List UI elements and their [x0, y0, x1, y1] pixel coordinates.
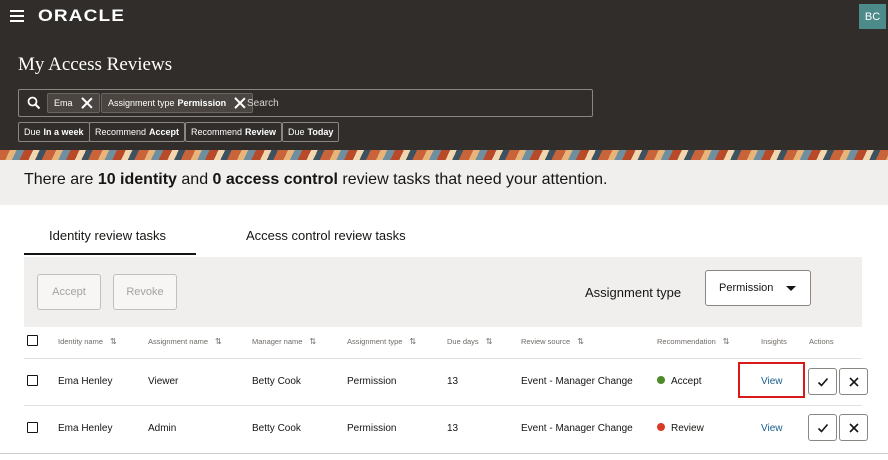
- accept-button[interactable]: Accept: [37, 274, 101, 310]
- status-dot-icon: [657, 376, 665, 385]
- row-divider: [24, 405, 862, 406]
- filter-value: In a week: [43, 127, 84, 137]
- sort-icon[interactable]: ⇅: [409, 337, 416, 346]
- chip-label: Assignment type: [108, 98, 175, 108]
- status-dot-icon: [657, 423, 665, 432]
- column-header-manager-name[interactable]: Manager name ⇅: [252, 337, 316, 346]
- assignment-type-select[interactable]: Permission: [705, 270, 811, 306]
- assignment-type-cell: Permission: [347, 423, 397, 434]
- decorative-banner: [0, 150, 888, 160]
- checkmark-icon: [817, 377, 828, 387]
- filter-value: Today: [307, 127, 334, 137]
- column-header-insights: Insights: [761, 337, 787, 346]
- column-header-recommendation[interactable]: Recommendation ⇅: [657, 337, 729, 346]
- page-title: My Access Reviews: [18, 54, 173, 75]
- chip-value: Permission: [177, 98, 227, 108]
- select-value: Permission: [719, 282, 774, 294]
- recommendation-cell: Accept: [657, 376, 702, 387]
- search-input[interactable]: [247, 94, 577, 112]
- filter-recommend-review[interactable]: Recommend Review: [185, 122, 283, 142]
- bottom-divider: [0, 453, 888, 454]
- identity-name-cell: Ema Henley: [58, 376, 113, 387]
- insights-view-link[interactable]: View: [761, 423, 783, 434]
- column-header-actions: Actions: [809, 337, 834, 346]
- user-avatar[interactable]: BC: [859, 4, 886, 29]
- revoke-row-button[interactable]: [839, 368, 868, 395]
- row-checkbox[interactable]: [27, 422, 38, 433]
- search-chip-name[interactable]: Ema: [47, 93, 100, 113]
- column-header-due-days[interactable]: Due days ⇅: [447, 337, 492, 346]
- oracle-logo: ORACLE: [38, 6, 126, 25]
- remove-chip-icon[interactable]: [234, 97, 246, 109]
- approve-button[interactable]: [808, 368, 837, 395]
- close-icon: [848, 422, 859, 433]
- search-chip-assignment-type[interactable]: Assignment type Permission: [101, 93, 254, 113]
- column-header-assignment-type[interactable]: Assignment type ⇅: [347, 337, 416, 346]
- tab-access-control-review-tasks[interactable]: Access control review tasks: [246, 228, 406, 243]
- filter-due-today[interactable]: Due Today: [282, 122, 340, 142]
- assignment-type-cell: Permission: [347, 376, 397, 387]
- filter-value: Accept: [149, 127, 180, 137]
- filter-label: Recommend: [191, 127, 243, 137]
- assignment-type-label: Assignment type: [585, 285, 682, 300]
- remove-chip-icon[interactable]: [81, 97, 93, 109]
- search-bar[interactable]: Ema Assignment type Permission: [18, 89, 593, 117]
- header-divider: [24, 358, 862, 359]
- column-header-review-source[interactable]: Review source ⇅: [521, 337, 584, 346]
- sort-icon[interactable]: ⇅: [577, 337, 584, 346]
- approve-button[interactable]: [808, 414, 837, 441]
- due-days-cell: 13: [447, 423, 459, 434]
- sort-icon[interactable]: ⇅: [486, 337, 493, 346]
- close-icon: [848, 376, 859, 387]
- filter-value: Review: [245, 127, 277, 137]
- column-header-assignment-name[interactable]: Assignment name ⇅: [148, 337, 222, 346]
- review-source-cell: Event - Manager Change: [521, 376, 633, 387]
- filter-label: Recommend: [95, 127, 147, 137]
- sort-icon[interactable]: ⇅: [723, 337, 730, 346]
- identity-name-cell: Ema Henley: [58, 423, 113, 434]
- search-icon: [27, 96, 41, 110]
- highlight-box: [738, 362, 805, 398]
- revoke-row-button[interactable]: [839, 414, 868, 441]
- manager-name-cell: Betty Cook: [252, 376, 301, 387]
- filter-label: Due: [24, 127, 41, 137]
- assignment-name-cell: Viewer: [148, 376, 179, 387]
- identity-count: 10 identity: [97, 171, 177, 188]
- access-control-count: 0 access control: [212, 171, 338, 188]
- filter-label: Due: [288, 127, 305, 137]
- review-source-cell: Event - Manager Change: [521, 423, 633, 434]
- filter-due-in-a-week[interactable]: Due In a week: [18, 122, 90, 142]
- header-bar: ORACLE BC My Access Reviews Ema Assignme…: [0, 0, 888, 150]
- column-header-identity-name[interactable]: Identity name ⇅: [58, 337, 117, 346]
- summary-message: There are 10 identity and 0 access contr…: [24, 171, 608, 188]
- sort-icon[interactable]: ⇅: [215, 337, 222, 346]
- filter-recommend-accept[interactable]: Recommend Accept: [89, 122, 186, 142]
- sort-icon[interactable]: ⇅: [309, 337, 316, 346]
- recommendation-cell: Review: [657, 423, 704, 434]
- row-checkbox[interactable]: [27, 375, 38, 386]
- active-tab-indicator: [24, 253, 196, 255]
- assignment-name-cell: Admin: [148, 423, 177, 434]
- tab-identity-review-tasks[interactable]: Identity review tasks: [49, 228, 166, 243]
- checkmark-icon: [817, 423, 828, 433]
- caret-down-icon: [786, 286, 796, 291]
- due-days-cell: 13: [447, 376, 459, 387]
- chip-label: Ema: [54, 98, 73, 108]
- sort-icon[interactable]: ⇅: [110, 337, 117, 346]
- select-all-checkbox[interactable]: [27, 335, 38, 346]
- revoke-button[interactable]: Revoke: [113, 274, 177, 310]
- hamburger-menu-icon[interactable]: [10, 10, 24, 22]
- manager-name-cell: Betty Cook: [252, 423, 301, 434]
